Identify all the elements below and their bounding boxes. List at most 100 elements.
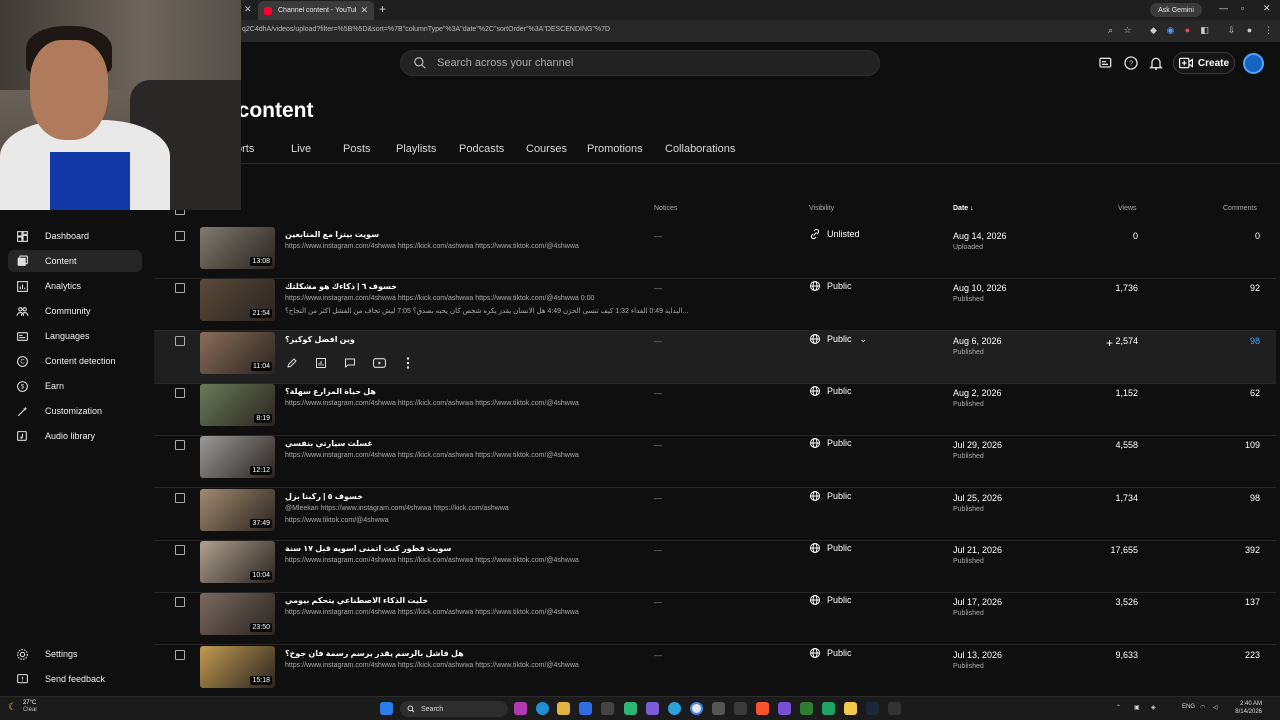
taskbar-search[interactable]: Search (400, 701, 508, 717)
analytics-icon[interactable] (314, 356, 328, 370)
video-title[interactable]: سويت بيتزا مع المتابعين (285, 230, 379, 239)
visibility-cell[interactable]: Public (809, 437, 852, 449)
table-row[interactable]: 12:12 غسلت سيارتي بنفسي https://www.instag… (154, 435, 1276, 488)
table-row[interactable]: 15:18 هل فاشل بالرسم يقدر يرسم رسمة فان ج… (154, 645, 1276, 698)
comments-icon[interactable] (343, 356, 357, 370)
table-row[interactable]: 21:54 خسوف ٦ | ذكاءك هو مشكلتك https://www… (154, 278, 1276, 331)
comments-cell[interactable]: 98 (1174, 336, 1260, 346)
visibility-cell[interactable]: Public (809, 542, 852, 554)
row-checkbox[interactable] (175, 545, 185, 555)
edit-pencil-icon[interactable] (285, 356, 299, 370)
weather-widget[interactable]: ☾ 27°C Clear (8, 700, 37, 714)
sidebar-item-languages[interactable]: Languages (8, 325, 142, 347)
avatar[interactable] (1243, 53, 1264, 74)
search-input[interactable] (437, 57, 837, 69)
tab-promotions[interactable]: Promotions (587, 143, 643, 155)
volume-icon[interactable]: ◁ (1213, 704, 1218, 711)
row-checkbox[interactable] (175, 283, 185, 293)
app-icon[interactable] (624, 702, 637, 715)
minimize-icon[interactable]: — (1219, 3, 1228, 13)
tab-podcasts[interactable]: Podcasts (459, 143, 504, 155)
row-checkbox[interactable] (175, 650, 185, 660)
bookmark-star-icon[interactable]: ☆ (1122, 25, 1133, 36)
table-row[interactable]: 13:08 سويت بيتزا مع المتابعين https://www.… (154, 226, 1276, 279)
language-indicator[interactable]: ENG (1182, 704, 1195, 710)
row-checkbox[interactable] (175, 493, 185, 503)
app-icon[interactable] (888, 702, 901, 715)
app-icon[interactable] (778, 702, 791, 715)
sidebar-item-content-detection[interactable]: C Content detection (8, 350, 142, 372)
chevron-down-icon[interactable]: ⌄ (860, 334, 868, 345)
extension-icon[interactable]: ◉ (1165, 25, 1176, 36)
menu-dots-icon[interactable]: ⋮ (1263, 25, 1274, 36)
visibility-cell[interactable]: Public (809, 280, 852, 292)
sidebar-item-analytics[interactable]: Analytics (8, 275, 142, 297)
video-thumbnail[interactable]: 10:04 (200, 541, 275, 583)
discord-icon[interactable] (646, 702, 659, 715)
sidebar-item-content[interactable]: Content (8, 250, 142, 272)
youtube-play-icon[interactable] (372, 356, 386, 370)
visibility-cell[interactable]: Public (809, 385, 852, 397)
download-icon[interactable]: ⇩ (1226, 25, 1237, 36)
close-tab-icon[interactable]: ✕ (360, 5, 368, 16)
tab-playlists[interactable]: Playlists (396, 143, 436, 155)
clock[interactable]: 2:40 AM 8/14/2026 (1226, 700, 1262, 716)
video-thumbnail[interactable]: 11:04 (200, 332, 275, 374)
sidebar-item-earn[interactable]: $ Earn (8, 375, 142, 397)
sidebar-item-customization[interactable]: Customization (8, 400, 142, 422)
video-thumbnail[interactable]: 21:54 (200, 279, 275, 321)
row-checkbox[interactable] (175, 597, 185, 607)
excel-icon[interactable] (800, 702, 813, 715)
captions-icon[interactable] (1098, 55, 1114, 71)
wifi-icon[interactable]: ◠ (1200, 704, 1205, 711)
table-row[interactable]: 23:50 خليت الذكاء الاصطناعي يتحكم بيومي ht… (154, 592, 1276, 645)
tray-chevron-icon[interactable]: ⌃ (1116, 704, 1121, 711)
tray-app-icon[interactable]: ▣ (1134, 704, 1140, 711)
brave-icon[interactable] (756, 702, 769, 715)
video-thumbnail[interactable]: 12:12 (200, 436, 275, 478)
profile-icon[interactable]: ● (1244, 25, 1255, 36)
video-title[interactable]: خليت الذكاء الاصطناعي يتحكم بيومي (285, 596, 428, 605)
video-thumbnail[interactable]: 8:19 (200, 384, 275, 426)
tab-live[interactable]: Live (291, 143, 311, 155)
ask-gemini-button[interactable]: Ask Gemini (1150, 3, 1202, 17)
video-title[interactable]: غسلت سيارتي بنفسي (285, 439, 373, 448)
window-close-icon[interactable]: ✕ (1263, 3, 1271, 14)
video-title[interactable]: هل فاشل بالرسم يقدر يرسم رسمة فان جوخ؟ (285, 649, 464, 658)
visibility-cell[interactable]: Public ⌄ (809, 333, 867, 345)
channel-search[interactable] (400, 50, 880, 76)
sidebar-item-community[interactable]: Community (8, 300, 142, 322)
row-checkbox[interactable] (175, 440, 185, 450)
help-icon[interactable]: ? (1123, 55, 1139, 71)
more-options-icon[interactable] (401, 356, 415, 370)
visibility-cell[interactable]: Public (809, 490, 852, 502)
visibility-cell[interactable]: Public (809, 647, 852, 659)
video-title[interactable]: خسوف ٦ | ذكاءك هو مشكلتك (285, 282, 397, 291)
notes-icon[interactable] (844, 702, 857, 715)
video-thumbnail[interactable]: 37:49 (200, 489, 275, 531)
maximize-icon[interactable]: ▫ (1241, 3, 1244, 13)
telegram-icon[interactable] (668, 702, 681, 715)
file-explorer-icon[interactable] (557, 702, 570, 715)
new-tab-icon[interactable]: + (379, 2, 386, 16)
tab-posts[interactable]: Posts (343, 143, 371, 155)
url-text[interactable]: q2C4dhA/videos/upload?filter=%5B%5D&sort… (242, 26, 610, 33)
sidebar-item-send-feedback[interactable]: Send feedback (8, 668, 142, 690)
edge-icon[interactable] (536, 702, 549, 715)
video-title[interactable]: خسوف ٥ | ركبنا بزل (285, 492, 363, 501)
sidebar-item-settings[interactable]: Settings (8, 643, 142, 665)
chrome-icon[interactable] (690, 702, 703, 715)
table-row[interactable]: 10:04 سويت فطور كنت اتمنى اسويه قبل ١٧ سن… (154, 540, 1276, 593)
puzzle-icon[interactable]: ◧ (1199, 25, 1210, 36)
windows-start-icon[interactable] (380, 702, 393, 715)
app-icon[interactable] (601, 702, 614, 715)
column-header-date[interactable]: Date ↓ (953, 205, 974, 212)
app-icon[interactable] (734, 702, 747, 715)
app-icon[interactable] (514, 702, 527, 715)
extension-icon[interactable]: ◆ (1148, 25, 1159, 36)
table-row[interactable]: 8:19 هل حياة المزارع سهلة؟ https://www.ins… (154, 383, 1276, 436)
row-checkbox[interactable] (175, 388, 185, 398)
visibility-cell[interactable]: Public (809, 594, 852, 606)
row-checkbox[interactable] (175, 336, 185, 346)
browser-tab[interactable]: Channel content - YouTube St... ✕ (258, 1, 374, 20)
